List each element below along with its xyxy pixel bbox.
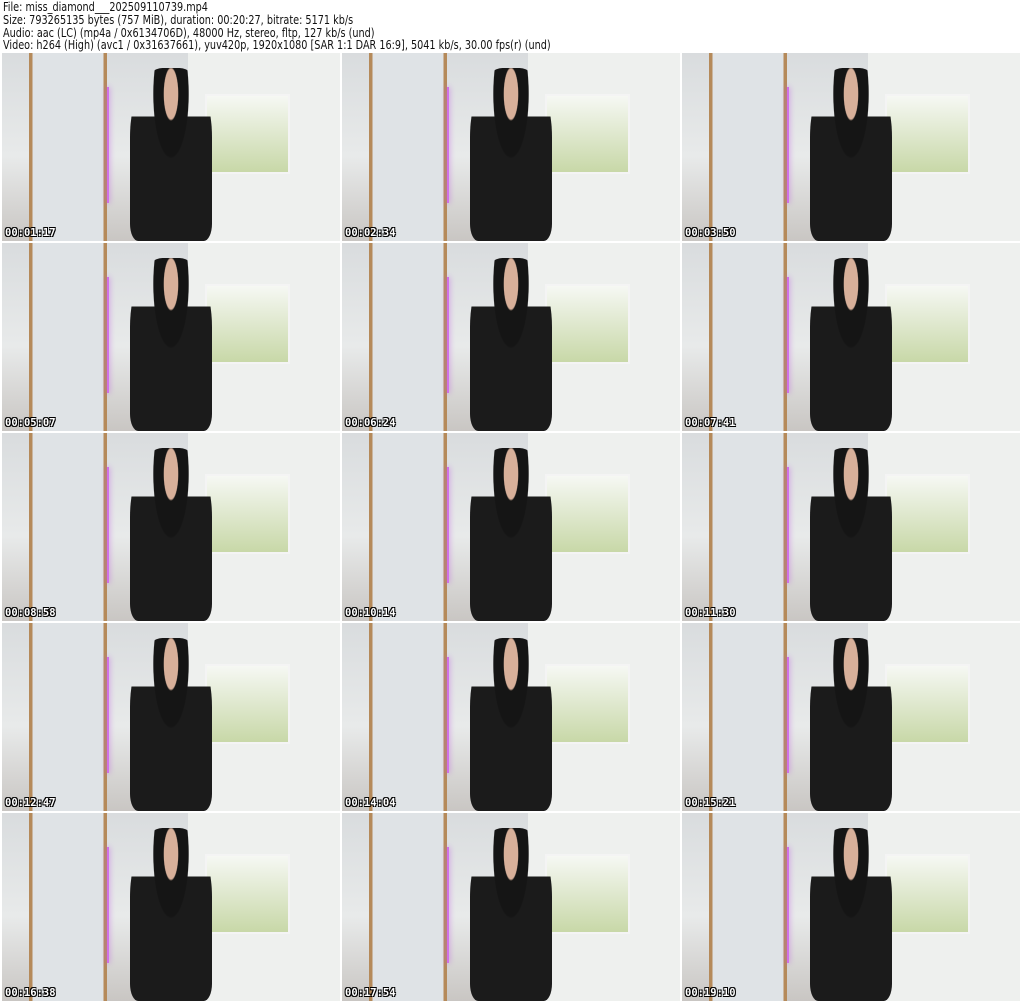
neon-light [446, 276, 449, 394]
window [544, 94, 630, 174]
thumbnail-timestamp: 00:12:47 [5, 797, 56, 809]
video-thumbnail: 00:01:17 [2, 53, 340, 241]
window [884, 854, 970, 934]
thumbnail-timestamp: 00:06:24 [345, 417, 396, 429]
neon-light [786, 656, 789, 774]
neon-light [786, 86, 789, 204]
person-silhouette [810, 828, 892, 1001]
window [204, 664, 290, 744]
neon-light [446, 656, 449, 774]
person-silhouette [810, 258, 892, 431]
video-thumbnail: 00:15:21 [682, 623, 1020, 811]
person-silhouette [810, 68, 892, 241]
neon-light [106, 86, 109, 204]
thumbnail-timestamp: 00:16:38 [5, 987, 56, 999]
neon-light [786, 276, 789, 394]
person-silhouette [470, 258, 552, 431]
video-thumbnail: 00:02:34 [342, 53, 680, 241]
thumbnail-timestamp: 00:02:34 [345, 227, 396, 239]
window [204, 474, 290, 554]
neon-light [446, 86, 449, 204]
thumbnail-timestamp: 00:03:50 [685, 227, 736, 239]
thumbnail-timestamp: 00:19:10 [685, 987, 736, 999]
thumbnail-timestamp: 00:01:17 [5, 227, 56, 239]
video-thumbnail: 00:08:58 [2, 433, 340, 621]
person-silhouette [470, 638, 552, 811]
video-thumbnail: 00:07:41 [682, 243, 1020, 431]
person-silhouette [810, 638, 892, 811]
window [544, 664, 630, 744]
window [884, 284, 970, 364]
person-silhouette [470, 448, 552, 621]
neon-light [106, 276, 109, 394]
neon-light [106, 466, 109, 584]
person-silhouette [130, 448, 212, 621]
video-thumbnail: 00:12:47 [2, 623, 340, 811]
video-thumbnail: 00:17:54 [342, 813, 680, 1001]
video-thumbnail: 00:06:24 [342, 243, 680, 431]
window [884, 474, 970, 554]
person-silhouette [130, 638, 212, 811]
neon-light [446, 466, 449, 584]
window [204, 94, 290, 174]
neon-light [786, 846, 789, 964]
person-silhouette [470, 828, 552, 1001]
person-silhouette [470, 68, 552, 241]
thumbnail-timestamp: 00:08:58 [5, 607, 56, 619]
neon-light [446, 846, 449, 964]
video-thumbnail: 00:10:14 [342, 433, 680, 621]
thumbnail-timestamp: 00:15:21 [685, 797, 736, 809]
window [544, 474, 630, 554]
video-thumbnail: 00:05:07 [2, 243, 340, 431]
thumbnail-timestamp: 00:17:54 [345, 987, 396, 999]
window [884, 664, 970, 744]
person-silhouette [130, 828, 212, 1001]
neon-light [786, 466, 789, 584]
video-thumbnail: 00:19:10 [682, 813, 1020, 1001]
file-info: File: miss_diamond___202509110739.mp4 Siz… [3, 0, 551, 53]
thumbnail-timestamp: 00:07:41 [685, 417, 736, 429]
neon-light [106, 656, 109, 774]
window [884, 94, 970, 174]
thumbnail-timestamp: 00:05:07 [5, 417, 56, 429]
video-thumbnail: 00:14:04 [342, 623, 680, 811]
window [544, 284, 630, 364]
window [204, 284, 290, 364]
thumbnail-timestamp: 00:11:30 [685, 607, 736, 619]
thumbnail-timestamp: 00:10:14 [345, 607, 396, 619]
person-silhouette [130, 258, 212, 431]
neon-light [106, 846, 109, 964]
window [544, 854, 630, 934]
thumbnail-timestamp: 00:14:04 [345, 797, 396, 809]
thumbnail-grid: 00:01:17 00:02:34 00:03:50 00:05:07 00:06:24… [2, 53, 1020, 1001]
person-silhouette [130, 68, 212, 241]
video-thumbnail: 00:11:30 [682, 433, 1020, 621]
person-silhouette [810, 448, 892, 621]
video-info: Video: h264 (High) (avc1 / 0x31637661), … [3, 37, 551, 53]
video-thumbnail: 00:16:38 [2, 813, 340, 1001]
window [204, 854, 290, 934]
video-thumbnail: 00:03:50 [682, 53, 1020, 241]
